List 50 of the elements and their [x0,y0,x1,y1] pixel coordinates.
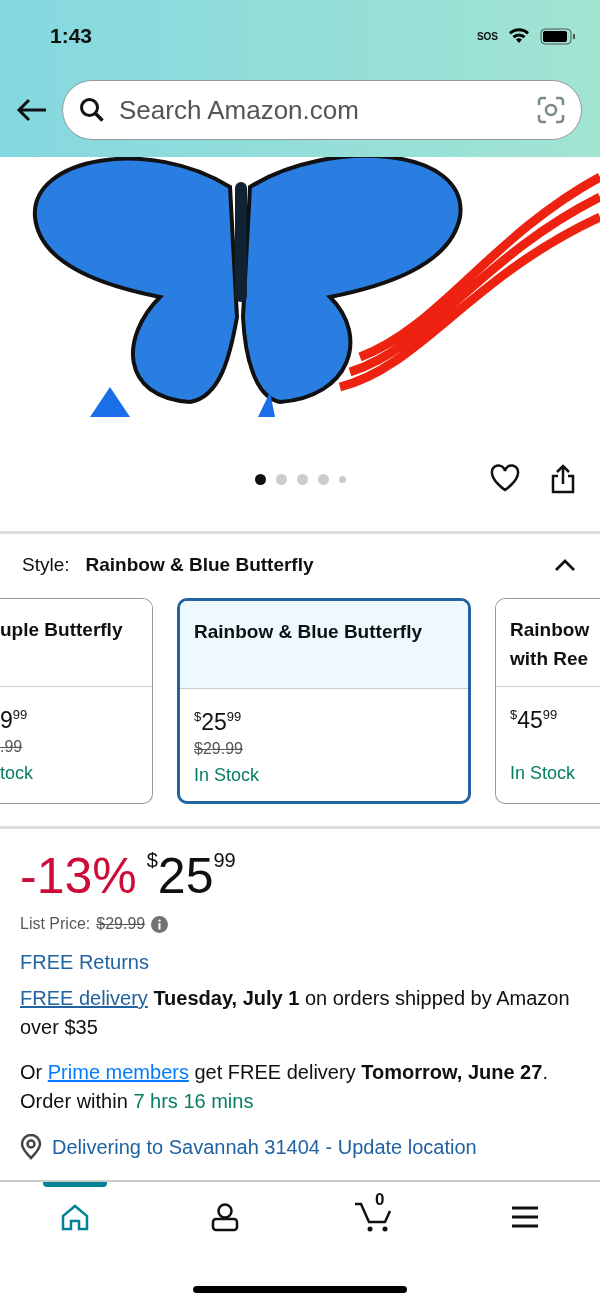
price: $^{$}$25$^{99}$ [146,847,236,905]
option-stock: In Stock [194,764,261,787]
list-price-label: List Price: [20,915,91,933]
discount-percent: -13% [20,847,137,905]
page-indicator-dot[interactable] [338,475,346,483]
cart-count: 0 [375,1190,385,1210]
free-delivery-link[interactable]: FREE delivery [20,987,148,1009]
style-label: Style: [22,554,70,575]
style-option-card[interactable]: Rainbow & Blue Butterfly $^{$}$25$^{99}$ $29.99 In Stock [177,598,471,804]
search-bar[interactable]: Search Amazon.com [62,80,582,140]
option-title: uple Butterfly [0,618,124,642]
location-pin-icon [20,1134,42,1160]
delivery-location-link[interactable]: Delivering to Savannah 31404 - Update location [52,1135,477,1159]
style-option-card[interactable]: uple Butterfly 9$^{99}$ .99 tock [0,598,153,804]
page-indicator-dot[interactable] [254,473,266,485]
heart-button[interactable] [490,464,520,494]
search-icon [79,97,105,123]
option-price: $^{$}$25$^{99}$ [194,708,243,736]
page-indicator-dot[interactable] [275,473,287,485]
wifi-icon [508,28,530,44]
delivery-text: FREE delivery Tuesday, July 1 on orders shipped by Amazon over $35 [20,986,571,1040]
status-time: 1:43 [50,24,93,48]
collapse-button[interactable] [554,558,576,572]
menu-icon [511,1206,539,1228]
style-value: Rainbow & Blue Butterfly [85,554,314,575]
sos-label: SOS [476,30,498,42]
search-field[interactable]: Search Amazon.com [117,93,525,127]
page-indicator-dot[interactable] [296,473,308,485]
free-returns-link[interactable]: FREE Returns [20,951,580,974]
prime-delivery-text: Or Prime members get FREE delivery Tomorrow, June 27. Order within 7 hrs 16 mins [20,1060,549,1114]
prime-members-link[interactable]: Prime members [47,1061,189,1083]
option-title: Rainbow with Ree [510,618,591,671]
back-button[interactable] [16,98,48,122]
account-icon [211,1202,239,1232]
option-list-price: .99 [0,737,24,757]
option-title: Rainbow & Blue Butterfly [194,620,423,644]
info-icon[interactable] [151,915,169,933]
option-price: $^{$}$45$^{99}$ [510,706,559,734]
list-price: $29.99 [96,914,146,934]
page-indicator-dot[interactable] [317,473,329,485]
cart-tab[interactable]: 0 [335,1182,415,1252]
home-icon [60,1203,90,1231]
style-option-card[interactable]: Rainbow with Ree $^{$}$45$^{99}$ In Stock [495,598,600,804]
option-price: 9$^{99}$ [0,706,29,734]
share-button[interactable] [550,464,576,494]
battery-icon [540,27,576,45]
option-stock: tock [0,762,34,785]
camera-scan-button[interactable] [537,96,565,124]
option-stock: In Stock [510,762,577,785]
option-list-price: $29.99 [194,739,244,759]
